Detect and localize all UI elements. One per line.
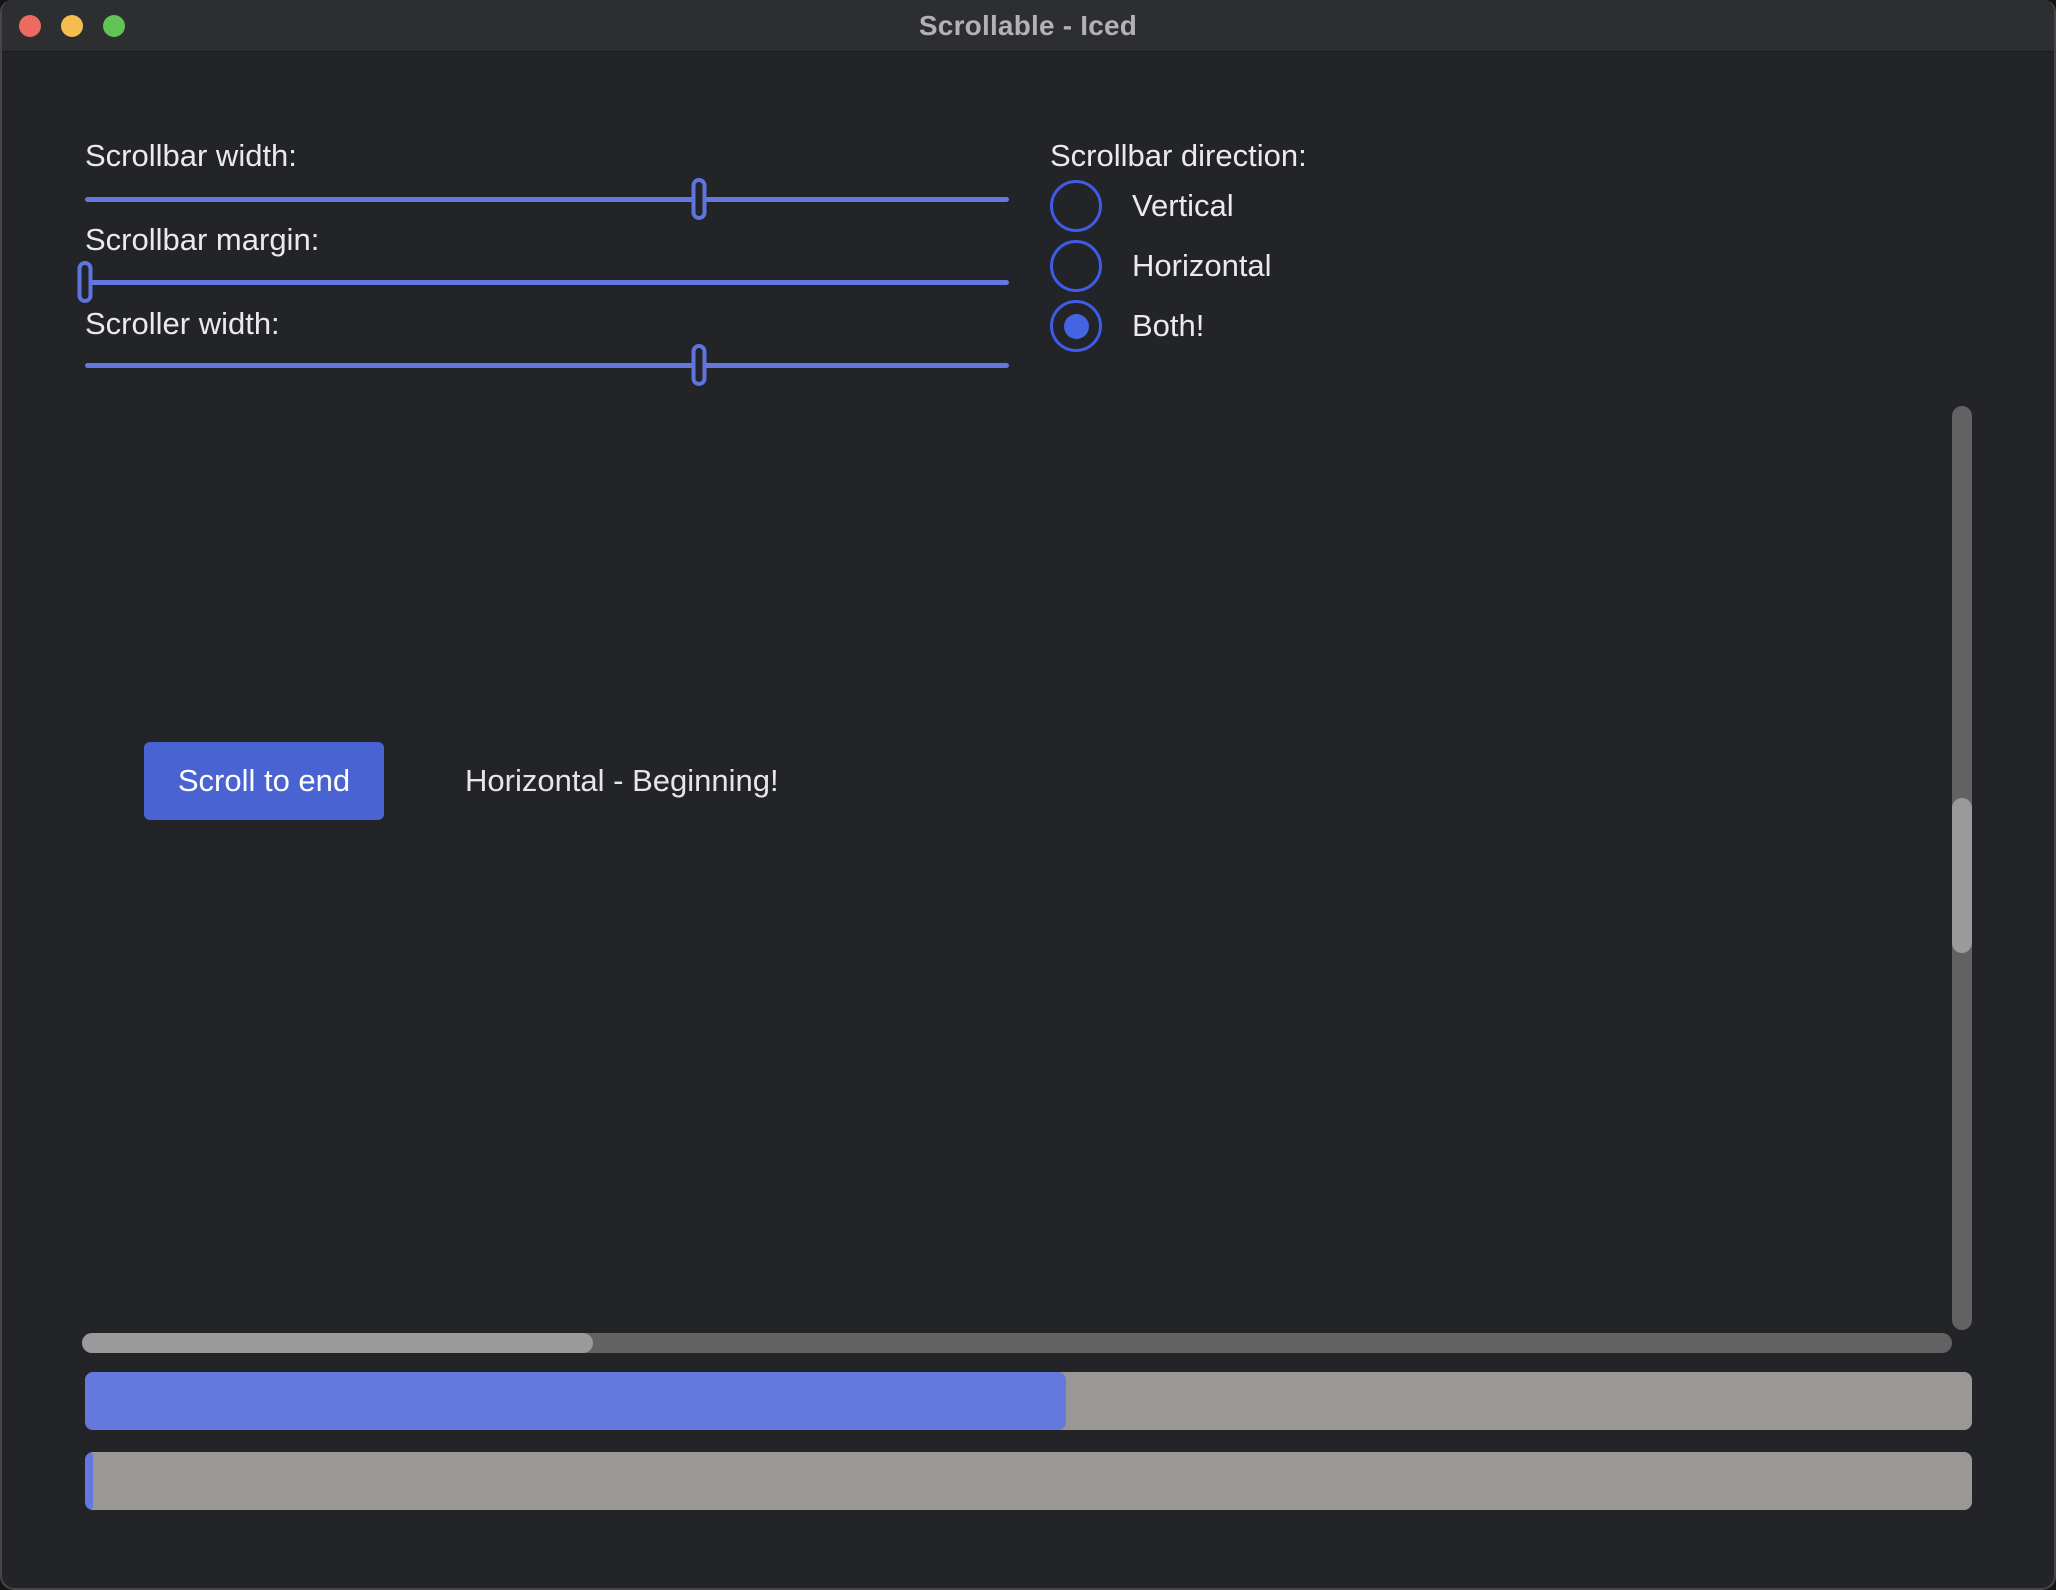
- slider-handle[interactable]: [78, 261, 93, 303]
- scrollbar-margin-label: Scrollbar margin:: [85, 220, 319, 260]
- vertical-progress-bar: [85, 1452, 1972, 1510]
- scroll-to-end-button[interactable]: Scroll to end: [144, 742, 384, 820]
- horizontal-progress-bar: [85, 1372, 1972, 1430]
- app-window: Scrollable - Iced Scrollbar width: Scrol…: [0, 0, 2056, 1590]
- zoom-button[interactable]: [103, 15, 125, 37]
- scroll-status-text: Horizontal - Beginning!: [465, 742, 779, 820]
- vertical-scrollbar-thumb[interactable]: [1952, 798, 1972, 953]
- horizontal-progress-fill: [85, 1372, 1066, 1430]
- traffic-lights: [19, 15, 125, 37]
- scroller-width-slider[interactable]: [85, 344, 1009, 388]
- radio-horizontal[interactable]: Horizontal: [1050, 240, 1272, 292]
- scrollbar-margin-slider[interactable]: [85, 261, 1009, 305]
- horizontal-scrollbar-thumb[interactable]: [82, 1333, 593, 1353]
- window-title: Scrollable - Iced: [919, 10, 1137, 42]
- radio-dot: [1064, 314, 1089, 339]
- horizontal-scrollbar[interactable]: [82, 1333, 1952, 1353]
- vertical-progress-fill: [85, 1452, 93, 1510]
- scrollbar-width-slider[interactable]: [85, 178, 1009, 222]
- radio-horizontal-label: Horizontal: [1132, 248, 1272, 284]
- scrollbar-direction-label: Scrollbar direction:: [1050, 136, 1307, 176]
- titlebar: Scrollable - Iced: [2, 0, 2054, 52]
- radio-circle-icon[interactable]: [1050, 180, 1102, 232]
- scrollbar-width-label: Scrollbar width:: [85, 136, 297, 176]
- scroller-width-label: Scroller width:: [85, 304, 280, 344]
- minimize-button[interactable]: [61, 15, 83, 37]
- slider-rail[interactable]: [85, 363, 1009, 368]
- radio-both-label: Both!: [1132, 308, 1204, 344]
- radio-both[interactable]: Both!: [1050, 300, 1204, 352]
- radio-vertical-label: Vertical: [1132, 188, 1234, 224]
- slider-handle[interactable]: [692, 178, 707, 220]
- slider-rail[interactable]: [85, 280, 1009, 285]
- radio-vertical[interactable]: Vertical: [1050, 180, 1234, 232]
- radio-circle-icon[interactable]: [1050, 240, 1102, 292]
- slider-rail[interactable]: [85, 197, 1009, 202]
- slider-handle[interactable]: [692, 344, 707, 386]
- vertical-scrollbar[interactable]: [1952, 406, 1972, 1330]
- close-button[interactable]: [19, 15, 41, 37]
- radio-circle-icon[interactable]: [1050, 300, 1102, 352]
